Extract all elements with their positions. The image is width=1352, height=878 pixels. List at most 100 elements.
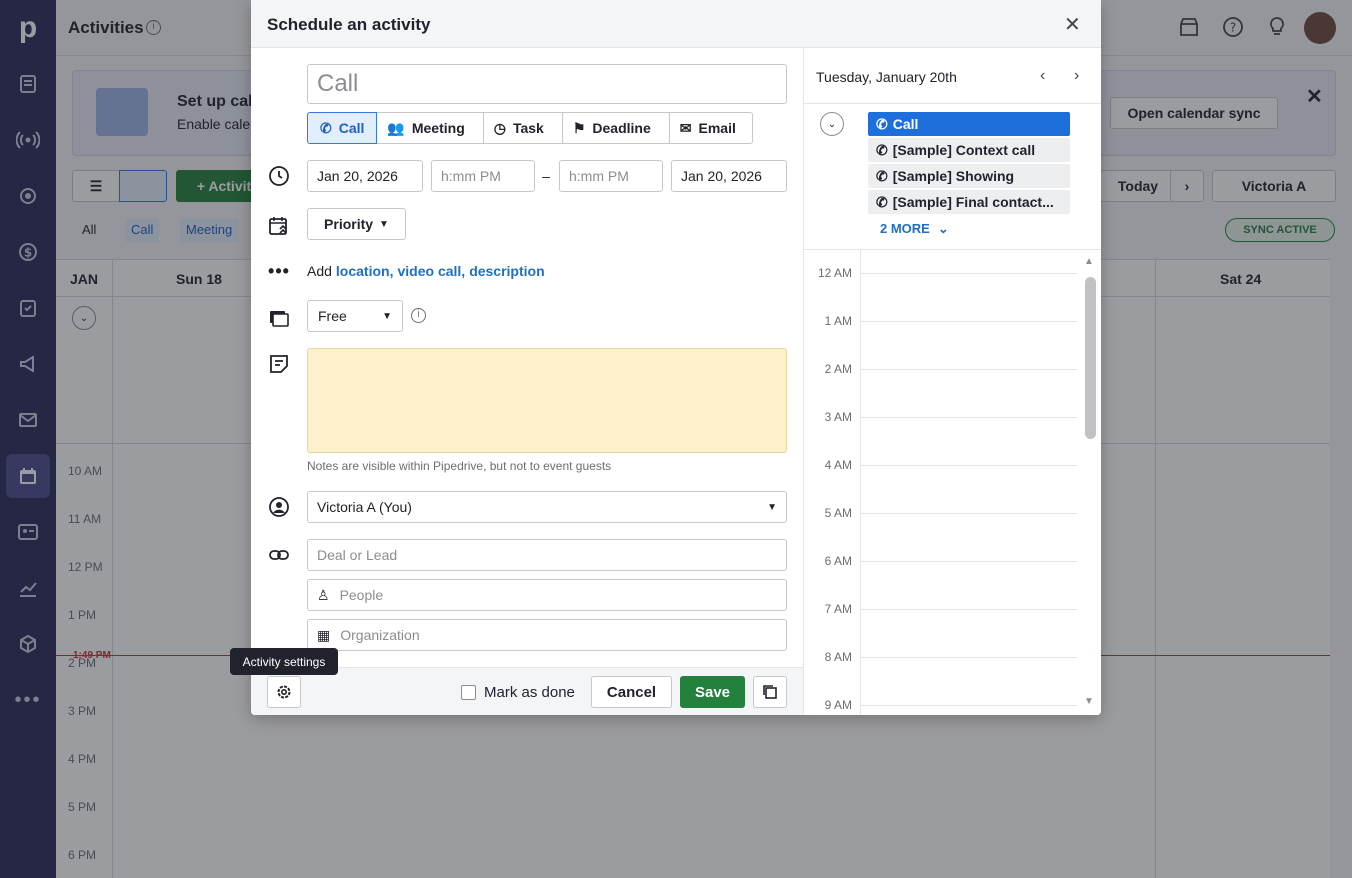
type-call-button[interactable]: ✆ Call (307, 112, 378, 144)
type-label: Email (698, 120, 736, 136)
deal-or-lead-input[interactable]: Deal or Lead (307, 539, 787, 571)
people-icon: 👥 (387, 119, 405, 136)
chevron-left-icon[interactable]: ‹ (1040, 67, 1045, 85)
chevron-right-icon[interactable]: › (1074, 67, 1079, 85)
busy-status-icon (267, 305, 291, 329)
type-email-button[interactable]: ✉ Email (669, 112, 753, 144)
end-date-input[interactable]: Jan 20, 2026 (671, 160, 787, 192)
panel-hour-label: 3 AM (824, 410, 852, 424)
people-placeholder: People (339, 587, 384, 603)
save-button[interactable]: Save (680, 676, 745, 708)
hour-line (861, 561, 1077, 562)
type-label: Call (338, 120, 365, 136)
preview-event[interactable]: ✆ Call (868, 112, 1070, 136)
end-time-placeholder: h:mm PM (569, 168, 629, 184)
start-date-input[interactable]: Jan 20, 2026 (307, 160, 423, 192)
preview-date: Tuesday, January 20th (816, 69, 957, 85)
panel-hour-label: 1 AM (824, 314, 852, 328)
owner-dropdown[interactable]: Victoria A (You) ▼ (307, 491, 787, 523)
add-description-link[interactable]: description (469, 263, 544, 279)
cancel-button[interactable]: Cancel (591, 676, 672, 708)
clock-icon: ◷ (493, 119, 506, 136)
panel-hour-label: 6 AM (824, 554, 852, 568)
people-input[interactable]: ♙ People (307, 579, 787, 611)
panel-hour-label: 8 AM (824, 650, 852, 664)
schedule-activity-modal: Schedule an activity ✕ Call ✆ Call 👥 Meeti… (251, 0, 1101, 715)
type-deadline-button[interactable]: ⚑ Deadline (562, 112, 670, 144)
panel-hour-axis (860, 249, 861, 715)
event-label: [Sample] Showing (892, 168, 1015, 184)
start-time-input[interactable]: h:mm PM (431, 160, 535, 192)
type-meeting-button[interactable]: 👥 Meeting (377, 112, 484, 144)
modal-title: Schedule an activity (267, 15, 431, 34)
notes-icon (267, 352, 291, 376)
deal-placeholder: Deal or Lead (317, 547, 398, 563)
hour-line (861, 657, 1077, 658)
day-preview-panel: Tuesday, January 20th ‹ › ⌄ ✆ Call ✆ [Samp… (803, 48, 1101, 715)
phone-icon: ✆ (320, 119, 332, 136)
hour-line (861, 369, 1077, 370)
subject-input[interactable]: Call (307, 64, 787, 104)
info-icon[interactable]: i (411, 308, 426, 323)
more-label: 2 MORE (880, 221, 930, 236)
clock-icon (267, 164, 291, 188)
collapse-allday-icon[interactable]: ⌄ (820, 112, 844, 136)
type-task-button[interactable]: ◷ Task (483, 112, 563, 144)
panel-scrollbar[interactable] (1085, 277, 1096, 439)
organization-input[interactable]: ▦ Organization (307, 619, 787, 651)
time-range-dash: – (542, 168, 550, 184)
type-label: Task (512, 120, 544, 136)
phone-icon: ✆ (876, 167, 888, 184)
organization-placeholder: Organization (340, 627, 420, 643)
panel-hour-label: 12 AM (817, 266, 852, 280)
event-label: [Sample] Final contact... (892, 194, 1054, 210)
preview-event[interactable]: ✆ [Sample] Showing (868, 164, 1070, 188)
hour-line (861, 273, 1077, 274)
event-label: [Sample] Context call (892, 142, 1036, 158)
duplicate-icon[interactable] (753, 676, 787, 708)
caret-down-icon: ▼ (767, 501, 777, 513)
building-icon: ▦ (317, 626, 331, 643)
panel-hour-label: 4 AM (824, 458, 852, 472)
phone-icon: ✆ (876, 115, 888, 132)
busy-free-dropdown[interactable]: Free ▼ (307, 300, 403, 332)
scroll-down-icon[interactable]: ▼ (1084, 696, 1094, 707)
hour-line (861, 513, 1077, 514)
preview-event[interactable]: ✆ [Sample] Final contact... (868, 190, 1070, 214)
chevron-down-icon: ⌄ (937, 221, 949, 236)
end-time-input[interactable]: h:mm PM (559, 160, 663, 192)
add-details-row: Add location, video call, description (307, 263, 545, 279)
scroll-up-icon[interactable]: ▲ (1084, 256, 1094, 267)
notes-hint: Notes are visible within Pipedrive, but … (307, 459, 612, 473)
event-label: Call (892, 116, 919, 132)
preview-event[interactable]: ✆ [Sample] Context call (868, 138, 1070, 162)
show-more-link[interactable]: 2 MORE ⌄ (880, 221, 949, 237)
hour-line (861, 321, 1077, 322)
phone-icon: ✆ (876, 193, 888, 210)
envelope-icon: ✉ (679, 119, 692, 136)
hour-line (861, 705, 1077, 706)
add-video-call-link[interactable]: video call, (397, 263, 465, 279)
mark-done-checkbox[interactable] (461, 685, 476, 700)
priority-icon (267, 214, 291, 238)
person-icon: ♙ (317, 586, 330, 603)
panel-hour-label: 2 AM (824, 362, 852, 376)
priority-dropdown[interactable]: Priority ▼ (307, 208, 406, 240)
phone-icon: ✆ (876, 141, 888, 158)
priority-label: Priority (324, 216, 374, 232)
settings-gear-icon[interactable] (267, 676, 301, 708)
type-label: Deadline (592, 120, 651, 136)
hour-line (861, 609, 1077, 610)
user-circle-icon (267, 495, 291, 519)
flag-icon: ⚑ (572, 119, 586, 136)
activity-settings-tooltip: Activity settings (230, 648, 338, 675)
close-icon[interactable]: ✕ (1064, 12, 1081, 37)
mark-done-label[interactable]: Mark as done (484, 684, 575, 701)
notes-textarea[interactable] (307, 348, 787, 453)
panel-hour-label: 9 AM (824, 698, 852, 712)
link-icon (267, 543, 291, 567)
add-location-link[interactable]: location, (336, 263, 394, 279)
owner-value: Victoria A (You) (317, 499, 412, 515)
start-time-placeholder: h:mm PM (441, 168, 501, 184)
more-options-icon: ••• (268, 260, 290, 281)
